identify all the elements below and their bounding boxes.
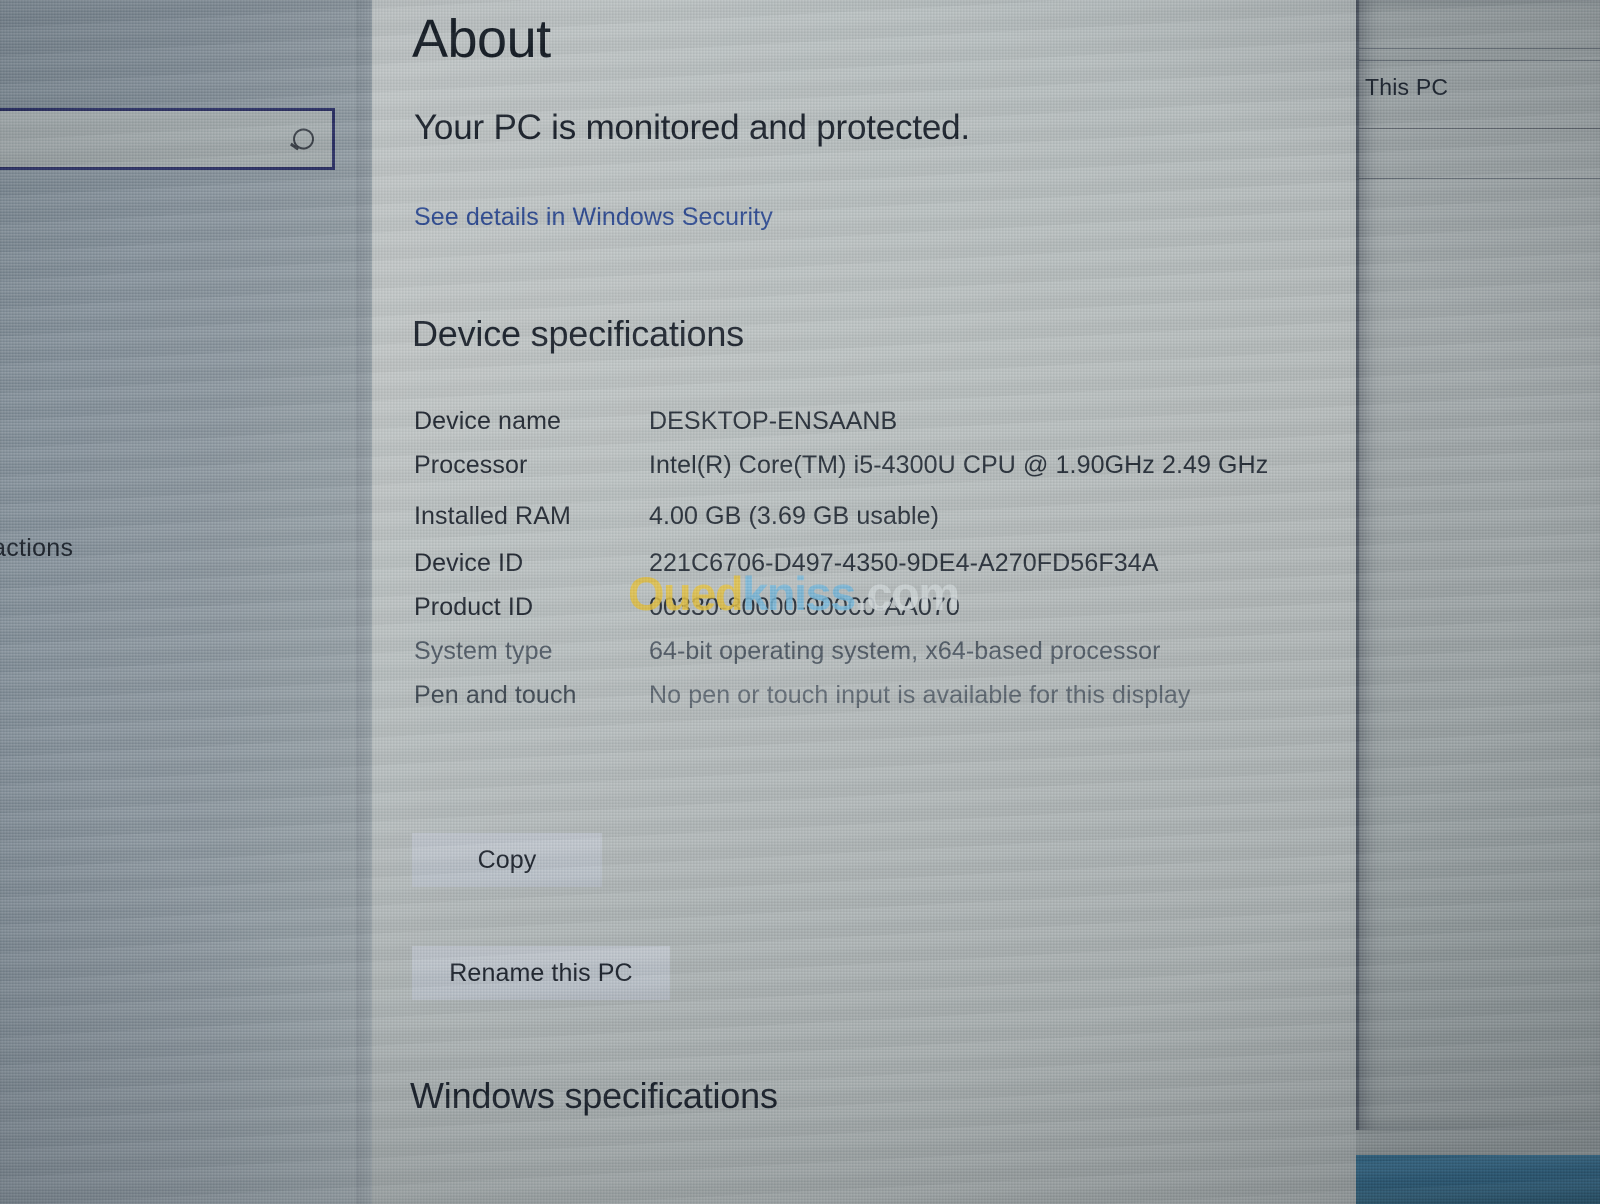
spec-label: Processor [414,451,528,479]
protection-status-text: Your PC is monitored and protected. [414,108,970,147]
search-input[interactable] [0,111,289,167]
explorer-this-pc-item[interactable]: This PC [1365,74,1448,101]
spec-label: Product ID [414,593,534,621]
windows-security-details-link[interactable]: See details in Windows Security [414,203,773,232]
spec-value: 4.00 GB (3.69 GB usable) [649,502,940,530]
page-title: About [412,9,551,69]
search-icon[interactable] [291,126,316,152]
background-explorer-window[interactable]: This PC [1356,0,1600,1130]
spec-label: Device name [414,407,561,435]
rename-pc-button[interactable]: Rename this PC [412,946,670,1000]
spec-value: 64-bit operating system, x64-based proce… [649,637,1161,665]
table-row: Processor Intel(R) Core(TM) i5-4300U CPU… [414,449,1314,482]
spec-label: Pen and touch [414,681,577,709]
spec-label: Installed RAM [414,502,571,530]
table-row: Pen and touch No pen or touch input is a… [414,679,1314,712]
spec-label: System type [414,637,553,665]
spec-value: Intel(R) Core(TM) i5-4300U CPU @ 1.90GHz… [649,451,1269,479]
copy-button[interactable]: Copy [412,833,602,887]
photographed-screen: This PC actions About Your PC is monitor… [0,0,1600,1204]
table-row: Product ID 00330-80000-00000-AA070 [414,591,1314,624]
table-row: Installed RAM 4.00 GB (3.69 GB usable) [414,500,1314,533]
spec-value: No pen or touch input is available for t… [649,681,1191,709]
explorer-divider [1359,128,1600,129]
explorer-divider [1359,178,1600,179]
spec-value: 00330-80000-00000-AA070 [649,593,960,621]
spec-value: DESKTOP-ENSAANB [649,407,898,435]
spec-value: 221C6706-D497-4350-9DE4-A270FD56F34A [649,549,1159,577]
spec-label: Device ID [414,549,524,577]
table-row: System type 64-bit operating system, x64… [414,635,1314,668]
table-row: Device name DESKTOP-ENSAANB [414,405,1314,438]
explorer-divider [1359,60,1600,61]
desktop-taskbar-strip[interactable] [1356,1155,1600,1204]
table-row: Device ID 221C6706-D497-4350-9DE4-A270FD… [414,547,1314,580]
explorer-divider [1359,48,1600,49]
device-specifications-table: Device name DESKTOP-ENSAANB Processor In… [414,405,1314,723]
settings-search-box[interactable] [0,108,335,170]
device-specifications-heading: Device specifications [412,313,744,354]
windows-specifications-heading: Windows specifications [410,1075,778,1116]
settings-navigation-pane: actions [0,0,372,1204]
sidebar-item-actions-partial[interactable]: actions [0,534,73,563]
background-window-lower-edge [1356,1130,1600,1156]
